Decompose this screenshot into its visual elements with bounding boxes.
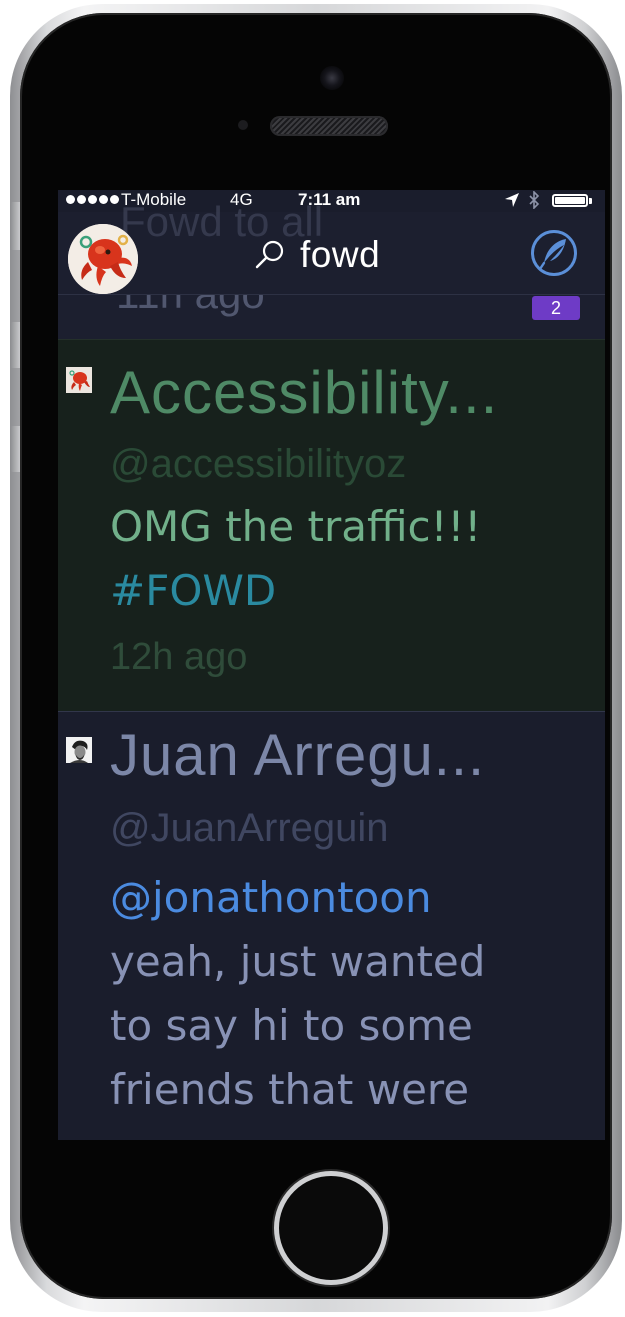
- status-bar: T-Mobile 4G 7:11 am: [58, 190, 605, 212]
- tweet-text-line: OMG the traffic!!!: [110, 502, 482, 551]
- battery-tip: [589, 198, 592, 204]
- tweet-timestamp: 12h ago: [110, 636, 248, 678]
- search-query: fowd: [300, 234, 381, 275]
- octopus-avatar-icon: [68, 224, 138, 294]
- tweet-author-handle[interactable]: @accessibilityoz: [110, 442, 406, 487]
- search-icon: [255, 240, 284, 269]
- tweet-avatar[interactable]: [66, 737, 92, 763]
- compose-button[interactable]: [531, 230, 577, 276]
- tweet-author-handle[interactable]: @JuanArreguin: [110, 806, 389, 851]
- mention-link[interactable]: @jonathontoon: [110, 866, 485, 930]
- nav-bar: Fowd to all fowd: [58, 198, 605, 295]
- tweet-feed[interactable]: 11h ago 2 Accessibility... @accessibilit…: [58, 294, 605, 1140]
- tweet-text: @jonathontoon yeah, just wanted to say h…: [110, 866, 485, 1122]
- unread-count-badge: 2: [532, 296, 580, 320]
- front-camera: [320, 66, 344, 90]
- proximity-sensor: [238, 120, 248, 130]
- home-button[interactable]: [274, 1171, 388, 1285]
- partial-tweet-time: 11h ago: [116, 294, 265, 318]
- tweet-author-name: Juan Arregu...: [110, 723, 486, 788]
- person-avatar-icon: [66, 737, 92, 763]
- profile-avatar[interactable]: [68, 224, 138, 294]
- tweet-text-line: to say hi to some: [110, 1001, 473, 1050]
- tweet-avatar[interactable]: [66, 367, 92, 393]
- octopus-avatar-icon: [66, 367, 92, 393]
- search-field[interactable]: fowd: [254, 234, 380, 276]
- partial-tweet[interactable]: 11h ago 2: [58, 294, 605, 339]
- carrier-name: T-Mobile: [121, 190, 187, 209]
- location-arrow-icon: [505, 193, 519, 207]
- tweet-text-line: friends that were: [110, 1065, 470, 1114]
- app-screen: T-Mobile 4G 7:11 am Fowd to all fowd 2 A…: [58, 190, 605, 1140]
- tweet-text: OMG the traffic!!! #FOWD: [110, 495, 481, 623]
- hashtag-link[interactable]: #FOWD: [110, 559, 481, 623]
- battery-icon: [552, 194, 588, 207]
- tweet-author-name: Accessibility...: [110, 359, 499, 426]
- tweet-item[interactable]: Accessibility... @accessibilityoz OMG th…: [58, 339, 605, 711]
- status-time: 7:11 am: [298, 190, 361, 209]
- bluetooth-icon: [529, 191, 540, 209]
- tweet-item[interactable]: Juan Arregu... @JuanArreguin @jonathonto…: [58, 711, 605, 1140]
- signal-strength-icon: [66, 195, 119, 204]
- earpiece-speaker: [270, 116, 388, 136]
- network-type: 4G: [230, 190, 253, 209]
- quill-icon: [538, 239, 566, 271]
- tweet-text-line: yeah, just wanted: [110, 937, 486, 986]
